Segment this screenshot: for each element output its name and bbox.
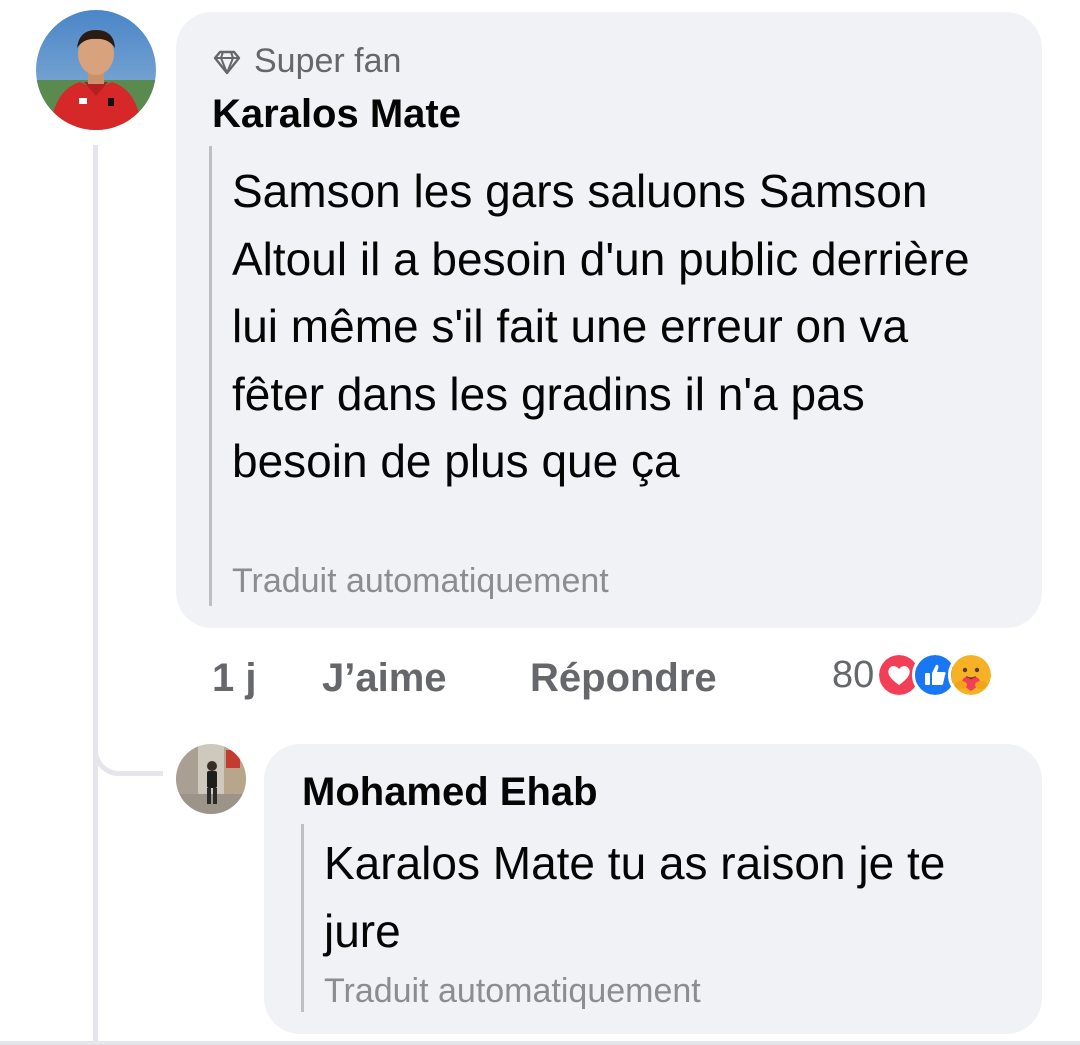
like-button[interactable]: J’aime xyxy=(322,656,447,701)
reaction-icons xyxy=(876,652,995,698)
avatar-photo xyxy=(36,10,156,130)
super-fan-badge[interactable]: Super fan xyxy=(212,42,401,81)
reply-bubble: Mohamed Ehab Karalos Mate tu as raison j… xyxy=(264,744,1042,1034)
reply-author[interactable]: Mohamed Ehab xyxy=(302,770,598,815)
divider xyxy=(0,1041,1080,1045)
comment-author[interactable]: Karalos Mate xyxy=(212,92,461,137)
care-reaction-icon xyxy=(948,652,995,698)
reply-button[interactable]: Répondre xyxy=(530,656,717,701)
diamond-icon xyxy=(212,47,242,77)
translated-text-block: Samson les gars saluons Samson Altoul il… xyxy=(209,146,1012,606)
comment-bubble: Super fan Karalos Mate Samson les gars s… xyxy=(176,12,1042,628)
reply-avatar[interactable] xyxy=(176,744,246,814)
reply-text: Karalos Mate tu as raison je te jure xyxy=(324,837,946,957)
auto-translation-label[interactable]: Traduit automatiquement xyxy=(232,562,609,601)
reply-auto-translation-label[interactable]: Traduit automatiquement xyxy=(324,972,701,1011)
comment-timestamp[interactable]: 1 j xyxy=(212,656,256,701)
thread-reply-connector xyxy=(93,720,163,776)
reply-translated-text-block: Karalos Mate tu as raison je te jure Tra… xyxy=(301,824,1004,1012)
avatar[interactable] xyxy=(36,10,156,130)
thread-line xyxy=(93,145,98,1045)
badge-label: Super fan xyxy=(254,42,402,80)
reaction-count: 80 xyxy=(832,653,875,696)
reactions-summary[interactable]: 80 xyxy=(832,650,995,700)
reply-avatar-photo xyxy=(176,744,246,814)
comment-text: Samson les gars saluons Samson Altoul il… xyxy=(232,165,970,487)
